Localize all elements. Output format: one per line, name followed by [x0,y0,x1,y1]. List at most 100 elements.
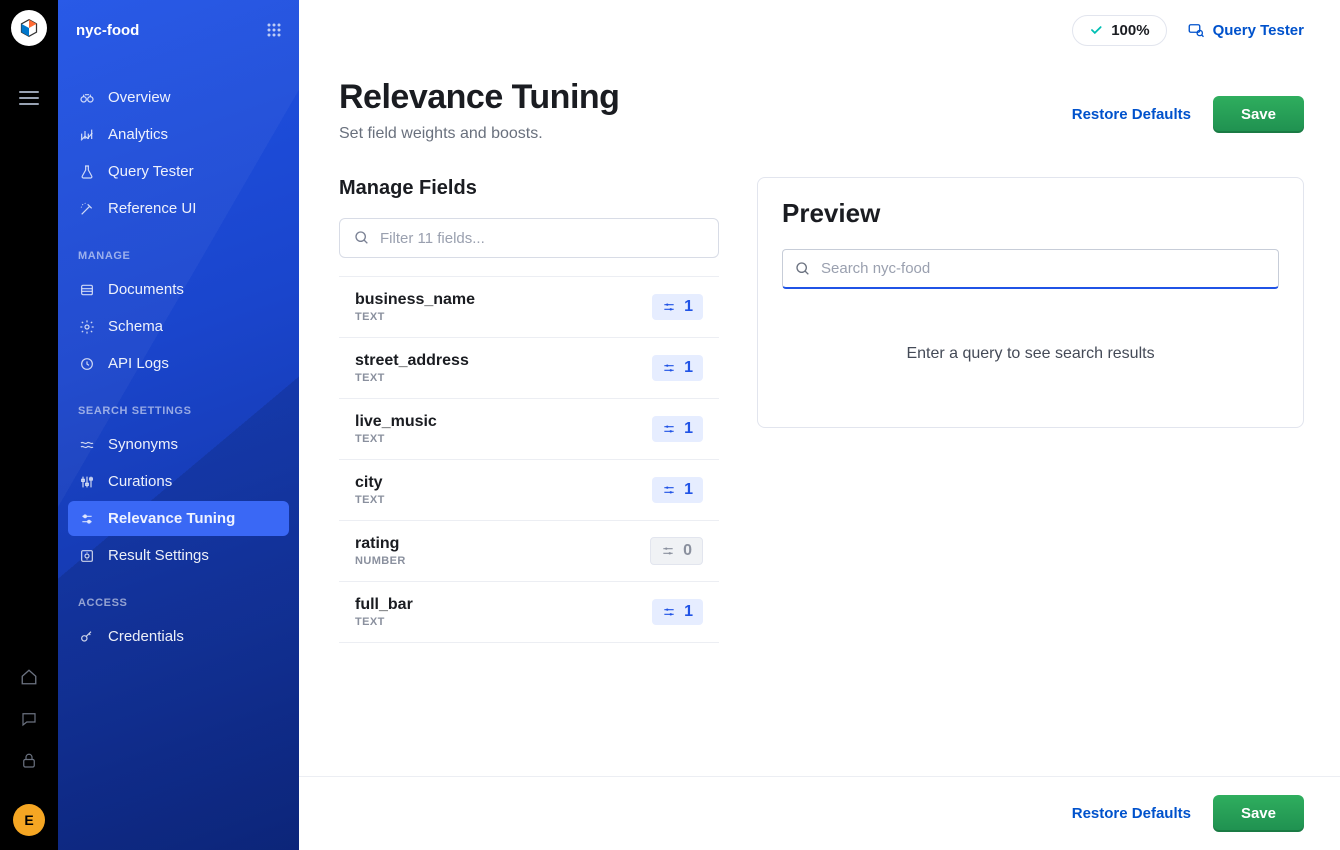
grid-icon [267,23,281,37]
sliders-icon [662,422,676,436]
cube-icon [19,18,39,38]
weight-badge[interactable]: 1 [652,294,703,320]
manage-fields-title: Manage Fields [339,177,719,200]
field-name: rating [355,535,406,553]
sliders-icon [662,361,676,375]
sliders-icon [662,483,676,497]
nav-label: Schema [108,318,163,335]
nav-label: Credentials [108,628,184,645]
query-tester-label: Query Tester [1213,22,1304,39]
list-icon [79,282,95,298]
filter-fields-box[interactable] [339,218,719,258]
nav-label: Curations [108,473,172,490]
field-type: TEXT [355,433,437,445]
weight-badge[interactable]: 0 [650,537,703,565]
magic-wand-icon [79,201,95,217]
field-type: NUMBER [355,555,406,567]
sliders-icon [662,605,676,619]
field-name: street_address [355,352,469,370]
settings-page-icon [79,548,95,564]
page-subtitle: Set field weights and boosts. [339,125,619,143]
field-name: city [355,474,385,492]
field-row[interactable]: rating NUMBER 0 [339,521,719,582]
save-button-footer[interactable]: Save [1213,795,1304,832]
field-name: full_bar [355,596,413,614]
menu-toggle[interactable] [19,90,39,106]
page-title: Relevance Tuning [339,78,619,117]
field-type: TEXT [355,616,413,628]
query-tester-link[interactable]: Query Tester [1187,21,1304,39]
search-icon [795,261,811,277]
nav-label: Reference UI [108,200,196,217]
weight-badge[interactable]: 1 [652,355,703,381]
topbar: 100% Query Tester [299,0,1340,60]
weight-value: 1 [684,420,693,438]
preview-search-box[interactable] [782,249,1279,289]
weight-value: 1 [684,359,693,377]
field-type: TEXT [355,494,385,506]
engine-name: nyc-food [76,22,139,39]
nav-item-result-settings[interactable]: Result Settings [68,538,289,573]
weight-badge[interactable]: 1 [652,599,703,625]
nav-item-api-logs[interactable]: API Logs [68,346,289,381]
app-logo[interactable] [11,10,47,46]
app-switcher[interactable] [267,23,281,37]
field-row[interactable]: full_bar TEXT 1 [339,582,719,643]
nav-item-curations[interactable]: Curations [68,464,289,499]
nav-label: Overview [108,89,171,106]
weight-value: 0 [683,542,692,560]
preview-empty-text: Enter a query to see search results [782,345,1279,363]
home-rail-button[interactable] [20,668,38,686]
sidebar: nyc-food Overview Analytics Query Tester Re… [58,0,299,850]
score-value: 100% [1111,22,1149,39]
hamburger-icon [19,90,39,106]
nav-item-credentials[interactable]: Credentials [68,619,289,654]
home-icon [20,668,38,686]
field-row[interactable]: city TEXT 1 [339,460,719,521]
nav-label: Documents [108,281,184,298]
weight-badge[interactable]: 1 [652,477,703,503]
nav-item-relevance-tuning[interactable]: Relevance Tuning [68,501,289,536]
weight-value: 1 [684,298,693,316]
gear-icon [79,319,95,335]
filter-fields-input[interactable] [380,230,704,247]
preview-title: Preview [782,198,1279,229]
field-type: TEXT [355,311,475,323]
restore-defaults-button[interactable]: Restore Defaults [1072,106,1191,123]
sliders-icon [661,544,675,558]
main-content: 100% Query Tester Relevance Tuning Set f… [299,0,1340,850]
weight-value: 1 [684,481,693,499]
nav-item-reference-ui[interactable]: Reference UI [68,191,289,226]
preview-panel: Preview Enter a query to see search resu… [757,177,1304,428]
flask-icon [79,164,95,180]
lock-icon [20,752,38,770]
field-row[interactable]: business_nameTEXT1 [339,276,719,338]
app-rail: E [0,0,58,850]
user-avatar[interactable]: E [13,804,45,836]
nav-section-label: MANAGE [68,228,289,272]
nav-item-query-tester[interactable]: Query Tester [68,154,289,189]
nav-item-synonyms[interactable]: Synonyms [68,427,289,462]
save-button[interactable]: Save [1213,96,1304,133]
nav-label: Analytics [108,126,168,143]
nav-label: Query Tester [108,163,194,180]
field-row[interactable]: street_addressTEXT1 [339,338,719,399]
check-icon [1089,23,1103,37]
field-row[interactable]: live_music TEXT 1 [339,399,719,460]
binoculars-icon [79,90,95,106]
nav-item-analytics[interactable]: Analytics [68,117,289,152]
footer: Restore Defaults Save [299,776,1340,850]
nav-item-overview[interactable]: Overview [68,80,289,115]
field-name: live_music [355,413,437,431]
sliders-icon [662,300,676,314]
sliders-icon [79,511,95,527]
nav-item-documents[interactable]: Documents [68,272,289,307]
score-chip[interactable]: 100% [1072,15,1166,46]
preview-search-input[interactable] [821,260,1266,277]
nav-item-schema[interactable]: Schema [68,309,289,344]
chat-icon [20,710,38,728]
lock-rail-button[interactable] [20,752,38,770]
chat-rail-button[interactable] [20,710,38,728]
weight-badge[interactable]: 1 [652,416,703,442]
restore-defaults-button-footer[interactable]: Restore Defaults [1072,805,1191,822]
